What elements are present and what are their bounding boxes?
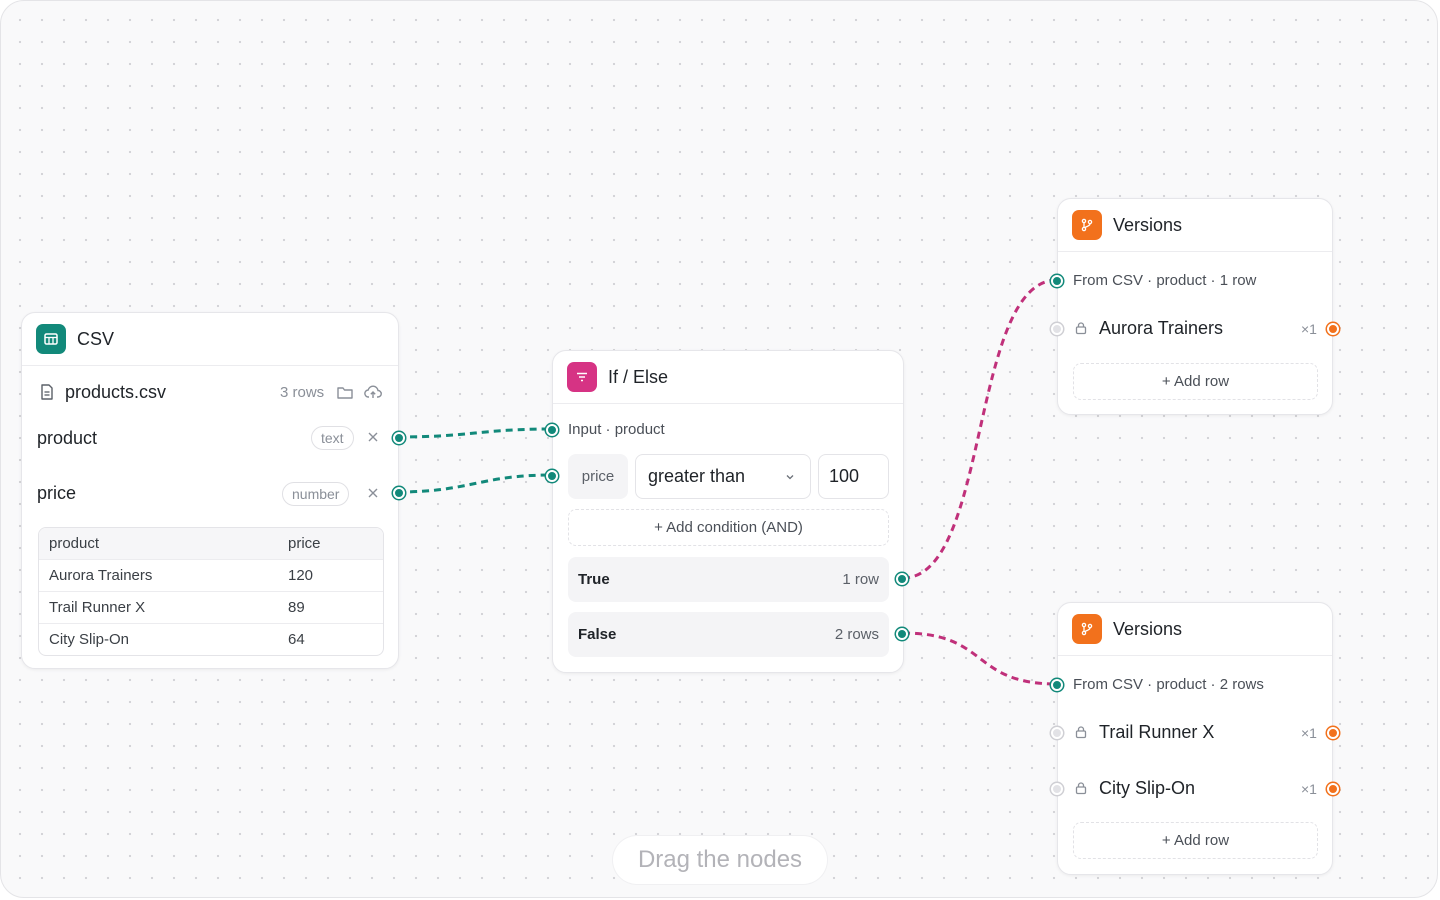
output-port-price[interactable]	[393, 487, 405, 499]
branch-icon	[1072, 210, 1102, 240]
true-label: True	[578, 571, 610, 588]
table-header-row: product price	[39, 528, 383, 559]
versions-node-bottom[interactable]: Versions From CSV · product · 2 rows Tra…	[1051, 602, 1339, 875]
input-label: Input · product	[568, 421, 665, 438]
file-name: products.csv	[65, 382, 167, 402]
versions-node-top[interactable]: Versions From CSV · product · 1 row Auro…	[1051, 198, 1339, 415]
version-row-multiplier: ×1	[1301, 321, 1317, 337]
input-port[interactable]	[1051, 679, 1063, 691]
version-row-label: Trail Runner X	[1099, 722, 1215, 742]
table-row: Trail Runner X 89	[39, 591, 383, 623]
table-cell: 64	[288, 631, 305, 648]
close-icon[interactable]	[366, 486, 380, 505]
lock-icon	[1074, 781, 1088, 800]
add-row-button[interactable]: + Add row	[1073, 363, 1318, 400]
branch-icon	[1072, 614, 1102, 644]
condition-value-input[interactable]: 100	[818, 454, 889, 499]
versions-node-header[interactable]: Versions	[1058, 199, 1332, 252]
true-count: 1 row	[842, 571, 879, 588]
add-condition-label: + Add condition (AND)	[654, 519, 803, 536]
condition-field[interactable]: price	[568, 454, 628, 499]
version-row-label: Aurora Trainers	[1099, 318, 1224, 338]
row-output-port[interactable]	[1327, 727, 1339, 739]
upload-cloud-icon[interactable]	[364, 383, 382, 406]
operator-select-value: greater than	[648, 466, 746, 486]
row-output-port[interactable]	[1327, 783, 1339, 795]
input-port-product[interactable]	[546, 424, 558, 436]
csv-node-title: CSV	[77, 328, 115, 349]
table-header-cell: price	[288, 535, 321, 552]
false-count: 2 rows	[834, 626, 879, 643]
rows-count: 3 rows	[280, 384, 325, 401]
table-header-cell: product	[49, 535, 100, 552]
lock-icon	[1074, 321, 1088, 340]
add-row-label: + Add row	[1161, 373, 1230, 390]
table-cell: Trail Runner X	[49, 599, 146, 616]
column-type-badge: text	[311, 426, 354, 450]
version-row-label: City Slip-On	[1099, 778, 1196, 798]
version-row-multiplier: ×1	[1301, 781, 1317, 797]
operator-select[interactable]: greater than	[635, 454, 811, 499]
add-condition-button[interactable]: + Add condition (AND)	[568, 509, 889, 546]
versions-node-header[interactable]: Versions	[1058, 603, 1332, 656]
condition-value: 100	[829, 466, 860, 486]
table-row: City Slip-On 64	[39, 623, 383, 655]
source-label: From CSV · product · 1 row	[1073, 272, 1257, 289]
table-cell: City Slip-On	[49, 631, 130, 648]
close-icon[interactable]	[366, 430, 380, 449]
table-cell: 120	[288, 567, 314, 584]
true-branch: True 1 row	[568, 557, 889, 602]
ifelse-node[interactable]: If / Else Input · product price greater …	[546, 350, 908, 673]
output-port-product[interactable]	[393, 432, 405, 444]
source-label: From CSV · product · 2 rows	[1073, 676, 1264, 693]
add-row-button[interactable]: + Add row	[1073, 822, 1318, 859]
csv-node-header[interactable]: CSV	[22, 313, 398, 366]
versions-node-title: Versions	[1113, 618, 1183, 639]
version-row-multiplier: ×1	[1301, 725, 1317, 741]
column-name-product: product	[37, 428, 98, 448]
false-output-port[interactable]	[896, 628, 908, 640]
chevron-down-icon	[784, 470, 796, 488]
versions-node-title: Versions	[1113, 214, 1183, 235]
table-icon	[36, 324, 66, 354]
ifelse-node-title: If / Else	[608, 366, 669, 387]
file-icon	[38, 383, 56, 406]
false-branch: False 2 rows	[568, 612, 889, 657]
false-label: False	[578, 626, 617, 643]
true-output-port[interactable]	[896, 573, 908, 585]
row-input-port[interactable]	[1051, 783, 1063, 795]
csv-node[interactable]: CSV products.csv 3 rows product text pri…	[21, 312, 405, 669]
filter-icon	[567, 362, 597, 392]
csv-preview-table: product price Aurora Trainers 120 Trail …	[38, 527, 384, 656]
input-port[interactable]	[1051, 275, 1063, 287]
condition-field-label: price	[581, 468, 615, 485]
table-cell: Aurora Trainers	[49, 567, 153, 584]
table-cell: 89	[288, 599, 305, 616]
row-input-port[interactable]	[1051, 323, 1063, 335]
drag-hint: Drag the nodes	[613, 836, 827, 884]
lock-icon	[1074, 725, 1088, 744]
add-row-label: + Add row	[1161, 832, 1230, 849]
input-port-price[interactable]	[546, 470, 558, 482]
row-output-port[interactable]	[1327, 323, 1339, 335]
table-row: Aurora Trainers 120	[39, 559, 383, 591]
ifelse-node-header[interactable]: If / Else	[553, 351, 903, 404]
column-name-price: price	[37, 483, 77, 503]
folder-icon[interactable]	[336, 383, 354, 406]
row-input-port[interactable]	[1051, 727, 1063, 739]
column-type-badge: number	[282, 482, 350, 506]
